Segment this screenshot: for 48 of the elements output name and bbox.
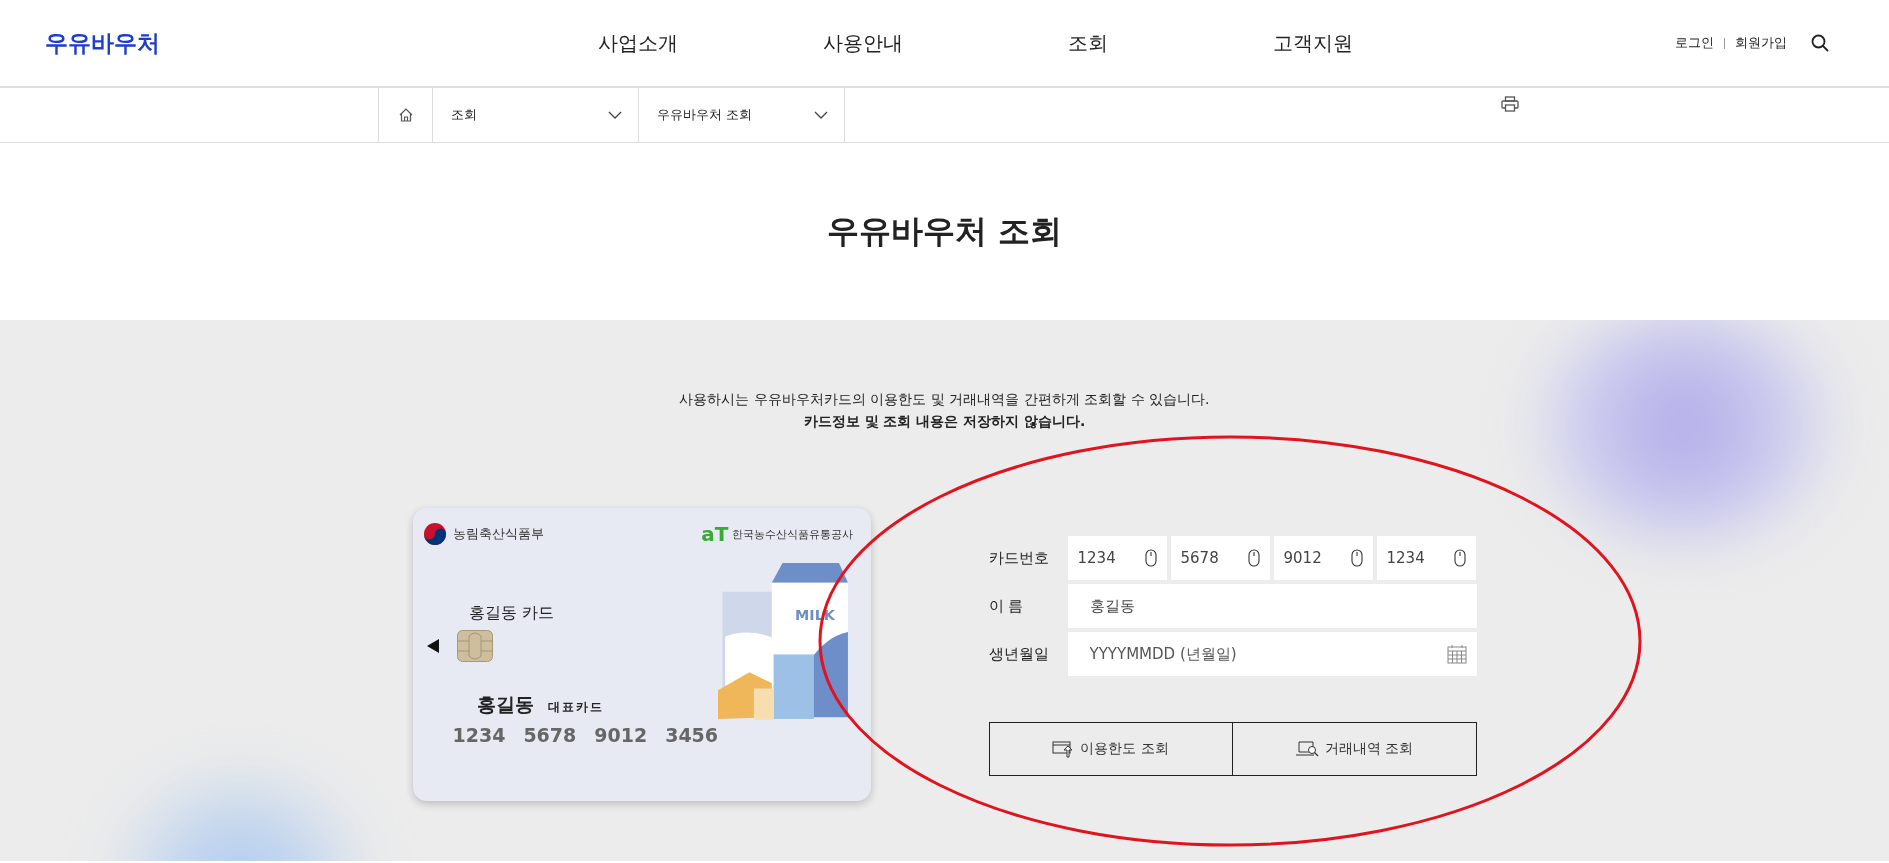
ministry-name: 농림축산식품부 [452, 525, 544, 543]
nav-menu-item[interactable]: 고객지원 [1200, 29, 1425, 57]
page-title: 우유바우처 조회 [825, 210, 1064, 252]
agency-name: 한국농수산식품유통공사 [731, 526, 853, 542]
chevron-down-icon [814, 111, 828, 119]
mouse-icon [1453, 549, 1466, 567]
mouse-icon [1350, 549, 1363, 567]
mouse-icon [1144, 549, 1157, 567]
header-link[interactable]: 로그인 [1675, 34, 1714, 52]
intro-text: 사용하시는 우유바우처카드의 이용한도 및 거래내역을 간편하게 조회할 수 있습니다. [678, 390, 1211, 409]
birthdate-field[interactable]: YYYYMMDD (년월일) [1067, 632, 1477, 676]
card-type-label: 대표카드 [547, 699, 604, 716]
limit-inquiry-button[interactable]: 이용한도 조회 [988, 722, 1233, 776]
home-icon [397, 107, 414, 123]
field-label: 이 름 [988, 596, 1025, 616]
nav-menu-item[interactable]: 조회 [975, 29, 1200, 57]
card-number-group: 9012 [594, 724, 648, 746]
nav-menu-item[interactable]: 사업소개 [525, 29, 750, 57]
nav-menu-item[interactable]: 사용안내 [750, 29, 975, 57]
card-number-group: 5678 [523, 724, 577, 746]
breadcrumb-dropdown[interactable]: 우유바우처 조회 [639, 88, 845, 142]
mouse-icon [1247, 549, 1260, 567]
calendar-icon[interactable] [1446, 644, 1467, 664]
breadcrumb-dropdown[interactable]: 조회 [433, 88, 639, 142]
agency-logo: aT [701, 522, 729, 546]
card-name: 홍길동 카드 [468, 603, 555, 624]
card-number-field[interactable]: 5678 [1170, 536, 1270, 580]
card-holder-name: 홍길동 [476, 692, 534, 717]
field-label: 생년월일 [988, 644, 1050, 664]
card-number-group: 3456 [665, 724, 719, 746]
name-field[interactable]: 홍길동 [1067, 584, 1477, 628]
card-upload-icon [1052, 740, 1075, 758]
triangle-icon [426, 639, 439, 653]
header-link[interactable]: 회원가입 [1735, 34, 1787, 52]
card-number-field[interactable]: 1234 [1376, 536, 1476, 580]
chip-icon [456, 630, 493, 662]
search-icon[interactable] [1811, 34, 1829, 52]
notice-text: 카드정보 및 조회 내용은 저장하지 않습니다. [802, 412, 1087, 431]
card-number-group: 1234 [452, 724, 506, 746]
history-inquiry-button[interactable]: 거래내역 조회 [1232, 722, 1477, 776]
chevron-down-icon [608, 111, 622, 119]
card-number-field[interactable]: 1234 [1067, 536, 1167, 580]
site-logo[interactable]: 우유바우처 [45, 27, 525, 59]
laptop-search-icon [1294, 740, 1319, 758]
card-number-field[interactable]: 9012 [1273, 536, 1373, 580]
emblem-icon [422, 522, 447, 546]
field-label: 카드번호 [988, 548, 1050, 568]
print-icon[interactable] [1501, 96, 1519, 112]
